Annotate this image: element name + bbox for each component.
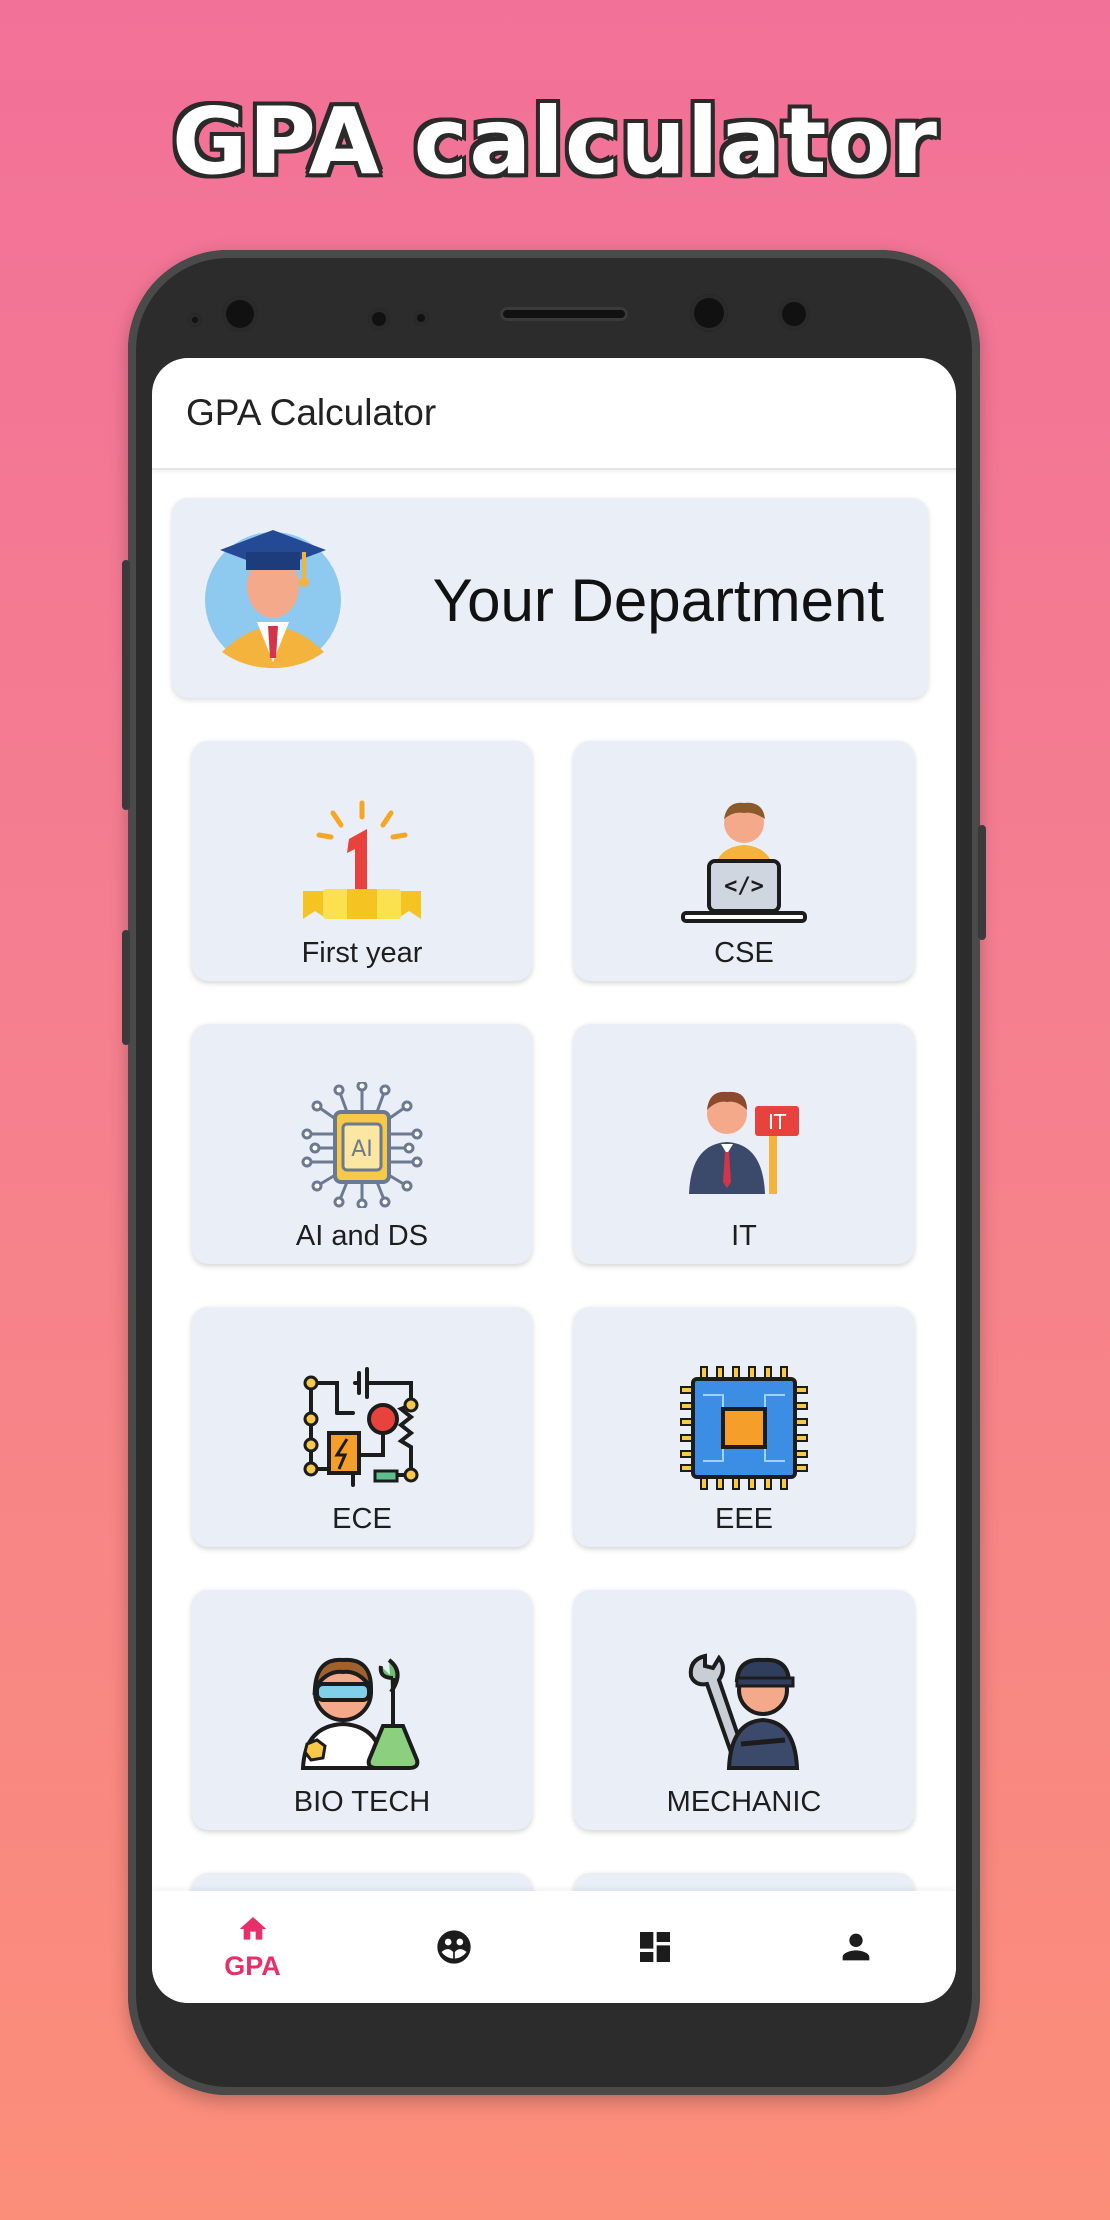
app-bar: GPA Calculator (152, 358, 956, 470)
dept-label: AI and DS (295, 1220, 429, 1252)
dept-label: ECE (332, 1503, 392, 1535)
ai-chip-icon: AI (301, 1082, 423, 1208)
dashboard-icon (640, 1932, 670, 1962)
nav-item-gpa[interactable]: GPA (152, 1891, 353, 2003)
dept-label: EEE (714, 1503, 774, 1535)
dept-label: MECHANIC (666, 1786, 822, 1818)
volume-button (122, 560, 130, 810)
sensor-dot (368, 308, 390, 330)
dept-card-ai-ds[interactable]: AI AI and DS (192, 1024, 532, 1264)
promo-title: GPA calculator (171, 88, 939, 195)
app-screen: GPA Calculator Your Department First yea… (152, 358, 956, 2003)
first-place-trophy-icon (303, 800, 421, 919)
dept-label: IT (731, 1220, 757, 1252)
banner-title: Your Department (432, 567, 884, 634)
bottom-navigation: GPA (152, 1891, 956, 2003)
nav-item-profile[interactable] (755, 1891, 956, 2003)
dept-card-ece[interactable]: ECE (192, 1307, 532, 1547)
department-banner: Your Department (172, 498, 928, 698)
dept-card-bio-tech[interactable]: BIO TECH (192, 1590, 532, 1830)
dept-card-cse[interactable]: </> CSE (574, 741, 914, 981)
dept-label: CSE (714, 937, 774, 969)
front-camera-2 (690, 294, 728, 332)
dept-card-mechanic[interactable]: MECHANIC (574, 1590, 914, 1830)
front-camera (222, 296, 258, 332)
power-left-button (122, 930, 130, 1045)
home-icon (239, 1917, 267, 1940)
svg-text:</>: </> (724, 874, 764, 899)
dept-card-eee[interactable]: EEE (574, 1307, 914, 1547)
electronic-circuit-icon (303, 1367, 419, 1487)
dept-card-it[interactable]: IT IT (574, 1024, 914, 1264)
graduate-icon (205, 530, 341, 668)
nav-item-community[interactable] (353, 1891, 554, 2003)
microchip-board-icon (680, 1366, 808, 1490)
svg-text:AI: AI (351, 1137, 373, 1162)
person-icon (842, 1933, 870, 1961)
nav-label-gpa: GPA (224, 1951, 281, 1981)
power-button (978, 825, 986, 940)
svg-text:IT: IT (768, 1110, 787, 1134)
mechanic-worker-icon (688, 1653, 800, 1770)
app-title: GPA Calculator (186, 392, 437, 433)
earpiece-speaker (500, 307, 628, 321)
dept-card-first-year[interactable]: First year (192, 741, 532, 981)
community-icon (437, 1930, 471, 1964)
it-professional-icon: IT (689, 1091, 799, 1194)
dept-label: BIO TECH (293, 1786, 431, 1818)
programmer-laptop-icon: </> (681, 802, 807, 923)
biotech-scientist-icon (300, 1657, 420, 1770)
phone-frame: GPA Calculator Your Department First yea… (122, 250, 986, 2095)
sensor-dot (188, 313, 202, 327)
sensor-dot (778, 298, 810, 330)
sensor-dot (413, 310, 429, 326)
nav-item-dashboard[interactable] (554, 1891, 755, 2003)
dept-label: First year (301, 937, 423, 969)
